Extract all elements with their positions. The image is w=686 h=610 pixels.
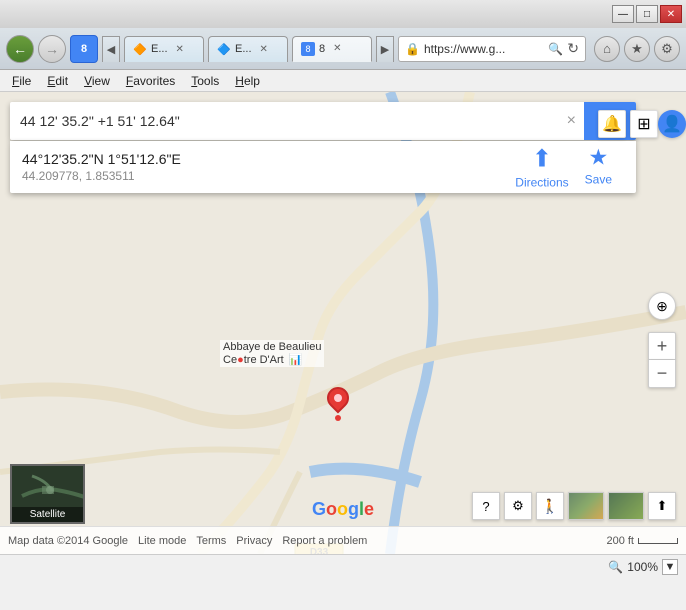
tab-e1[interactable]: 🔶 E... ✕ (124, 36, 204, 62)
menu-tools[interactable]: Tools (183, 72, 227, 90)
bottom-links: Map data ©2014 Google Lite mode Terms Pr… (8, 535, 367, 547)
scale-line (638, 538, 678, 544)
tab-label-1: E... (151, 43, 168, 55)
result-row: 44°12'35.2"N 1°51'12.6"E 44.209778, 1.85… (22, 151, 624, 183)
address-bar[interactable]: 🔒 https://www.g... 🔍 ↻ (398, 36, 586, 62)
favorites-button[interactable]: ★ (624, 36, 650, 62)
tab-nav-right[interactable]: ▶ (376, 36, 394, 62)
menu-favorites[interactable]: Favorites (118, 72, 183, 90)
url-text: https://www.g... (424, 42, 544, 56)
forward-button[interactable]: → (38, 35, 66, 63)
tab-close-3[interactable]: ✕ (333, 43, 341, 54)
map-controls: ⊕ (648, 292, 676, 320)
save-label: Save (585, 173, 612, 187)
satellite-label: Satellite (12, 507, 83, 522)
tab-nav-left[interactable]: ◀ (102, 36, 120, 62)
zoom-control: 🔍 100% ▼ (608, 559, 678, 575)
scale-bar: 200 ft (606, 535, 678, 547)
window-controls: — □ ✕ (612, 5, 682, 23)
zoom-out-button[interactable]: − (648, 360, 676, 388)
user-avatar[interactable]: 👤 (658, 110, 686, 138)
browser-toolbar: ← → 8 ◀ 🔶 E... ✕ 🔷 E... ✕ 8 8 ✕ ▶ 🔒 http… (0, 28, 686, 70)
home-button[interactable]: ⌂ (594, 36, 620, 62)
result-info: 44°12'35.2"N 1°51'12.6"E 44.209778, 1.85… (22, 151, 181, 183)
terrain-button[interactable] (568, 492, 604, 520)
search-input-wrapper: × (10, 102, 636, 140)
map-bottom-bar: Map data ©2014 Google Lite mode Terms Pr… (0, 526, 686, 554)
privacy-link[interactable]: Privacy (236, 535, 272, 547)
map-pin[interactable] (327, 387, 351, 423)
clear-search-button[interactable]: × (559, 112, 584, 130)
menu-help[interactable]: Help (227, 72, 268, 90)
tab-close-2[interactable]: ✕ (260, 44, 268, 55)
maximize-button[interactable]: □ (636, 5, 658, 23)
close-button[interactable]: ✕ (660, 5, 682, 23)
menu-bar: File Edit View Favorites Tools Help (0, 70, 686, 92)
lock-icon: 🔒 (405, 42, 420, 56)
menu-view[interactable]: View (76, 72, 118, 90)
tab-favicon-1: 🔶 (133, 42, 147, 56)
map-overlays: ? ⚙ 🚶 ⬆ (472, 492, 676, 520)
tab-e2[interactable]: 🔷 E... ✕ (208, 36, 288, 62)
save-action[interactable]: ★ Save (585, 145, 612, 190)
zoom-in-button[interactable]: + (648, 332, 676, 360)
menu-edit[interactable]: Edit (39, 72, 76, 90)
settings-button[interactable]: ⚙ (654, 36, 680, 62)
place-subtitle: Ce●tre D'Art (223, 354, 284, 366)
compass-button[interactable]: ⊕ (648, 292, 676, 320)
help-button[interactable]: ? (472, 492, 500, 520)
zoom-dropdown-button[interactable]: ▼ (662, 559, 678, 575)
save-icon: ★ (588, 145, 608, 171)
result-coords: 44.209778, 1.853511 (22, 169, 181, 183)
satellite-map-button[interactable] (608, 492, 644, 520)
add-button[interactable]: ⊞ (630, 110, 658, 138)
search-input[interactable] (10, 113, 559, 129)
google-search-engine-button[interactable]: 8 (70, 35, 98, 63)
tab-label-3: 8 (319, 43, 325, 55)
place-name: Abbaye de Beaulieu (223, 341, 321, 353)
tab-label-2: E... (235, 43, 252, 55)
tab-favicon-3: 8 (301, 42, 315, 56)
zoom-value: 100% (627, 560, 658, 574)
expand-button[interactable]: ⬆ (648, 492, 676, 520)
settings-map-button[interactable]: ⚙ (504, 492, 532, 520)
report-problem-link[interactable]: Report a problem (282, 535, 367, 547)
search-icon: 🔍 (548, 42, 563, 56)
tab-close-1[interactable]: ✕ (176, 44, 184, 55)
notification-bell[interactable]: 🔔 (598, 110, 626, 138)
zoom-icon: 🔍 (608, 560, 623, 574)
maps-container[interactable]: D33 × 44°12'35.2"N 1°51'12.6"E 44.209778… (0, 92, 686, 554)
minimize-button[interactable]: — (612, 5, 634, 23)
zoom-controls: + − (648, 332, 676, 388)
title-bar: — □ ✕ (0, 0, 686, 28)
toolbar-right: ⌂ ★ ⚙ (594, 36, 680, 62)
back-button[interactable]: ← (6, 35, 34, 63)
tab-g[interactable]: 8 8 ✕ (292, 36, 372, 62)
status-bar: 🔍 100% ▼ (0, 554, 686, 578)
street-view-button[interactable]: 🚶 (536, 492, 564, 520)
place-label: Abbaye de Beaulieu Ce●tre D'Art 📊 (220, 340, 324, 367)
lite-mode-link[interactable]: Lite mode (138, 535, 186, 547)
directions-icon: ⬆ (532, 145, 552, 174)
directions-label: Directions (515, 176, 568, 190)
satellite-thumbnail[interactable]: Satellite (10, 464, 85, 524)
menu-file[interactable]: File (4, 72, 39, 90)
search-bar: × 44°12'35.2"N 1°51'12.6"E 44.209778, 1.… (10, 102, 636, 193)
scale-label: 200 ft (606, 535, 634, 547)
search-result-dropdown: 44°12'35.2"N 1°51'12.6"E 44.209778, 1.85… (10, 141, 636, 193)
google-logo: Google (312, 499, 374, 520)
gs-label: 8 (81, 43, 87, 55)
result-title: 44°12'35.2"N 1°51'12.6"E (22, 151, 181, 167)
terms-link[interactable]: Terms (196, 535, 226, 547)
directions-action[interactable]: ⬆ Directions (515, 145, 568, 190)
result-actions: ⬆ Directions ★ Save (515, 145, 612, 190)
chart-icon: 📊 (289, 354, 303, 366)
reload-button[interactable]: ↻ (567, 40, 579, 57)
tab-favicon-2: 🔷 (217, 42, 231, 56)
map-data-link[interactable]: Map data ©2014 Google (8, 535, 128, 547)
